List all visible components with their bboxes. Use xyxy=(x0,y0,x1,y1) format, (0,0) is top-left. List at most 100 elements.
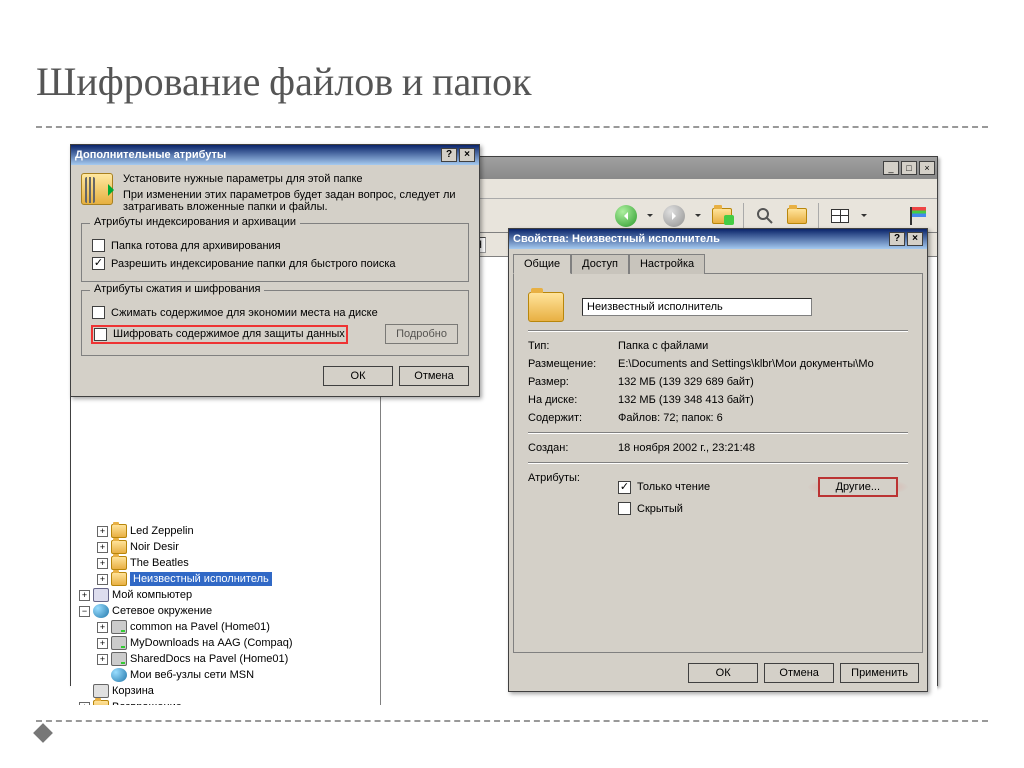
label-location: Размещение: xyxy=(528,358,618,370)
tree-item-label: Возвращение xyxy=(112,701,182,705)
label-type: Тип: xyxy=(528,340,618,352)
tree-item[interactable]: + Возвращение xyxy=(71,699,380,705)
label-readonly: Только чтение xyxy=(637,481,710,493)
nav-back-button[interactable] xyxy=(613,203,639,229)
tree-expander[interactable]: + xyxy=(97,574,108,585)
checkbox-encrypt[interactable] xyxy=(94,328,107,341)
bullet-icon xyxy=(33,723,53,743)
tree-item[interactable]: +SharedDocs на Pavel (Home01) xyxy=(71,651,380,667)
help-button[interactable]: ? xyxy=(889,232,905,246)
tree-item[interactable]: +Мой компьютер xyxy=(71,587,380,603)
tree-expander[interactable]: + xyxy=(79,590,90,601)
cancel-button[interactable]: Отмена xyxy=(399,366,469,386)
minimize-button[interactable]: _ xyxy=(883,161,899,175)
tab-general[interactable]: Общие xyxy=(513,254,571,274)
group-index-label: Атрибуты индексирования и архивации xyxy=(90,216,300,228)
chevron-down-icon[interactable] xyxy=(861,207,869,225)
label-index: Разрешить индексирование папки для быстр… xyxy=(111,258,396,270)
properties-title: Свойства: Неизвестный исполнитель xyxy=(513,233,720,245)
tree-expander[interactable]: + xyxy=(97,638,108,649)
tree-item[interactable]: Корзина xyxy=(71,683,380,699)
drive-icon xyxy=(111,620,127,634)
views-button[interactable] xyxy=(827,203,853,229)
tree-item[interactable]: Мои веб-узлы сети MSN xyxy=(71,667,380,683)
help-button[interactable]: ? xyxy=(441,148,457,162)
drive-icon xyxy=(111,636,127,650)
windows-flag-icon xyxy=(905,203,931,229)
label-archive: Папка готова для архивирования xyxy=(111,240,281,252)
chevron-down-icon[interactable] xyxy=(647,207,655,225)
tree-expander[interactable]: + xyxy=(97,622,108,633)
tree-expander[interactable]: − xyxy=(79,606,90,617)
checkbox-index[interactable] xyxy=(92,257,105,270)
nav-up-button[interactable] xyxy=(709,203,735,229)
value-created: 18 ноября 2002 г., 23:21:48 xyxy=(618,442,908,454)
folder-icon xyxy=(111,540,127,554)
tab-customize[interactable]: Настройка xyxy=(629,254,705,274)
maximize-button[interactable]: □ xyxy=(901,161,917,175)
tab-access[interactable]: Доступ xyxy=(571,254,629,274)
label-contains: Содержит: xyxy=(528,412,618,424)
group-crypt-label: Атрибуты сжатия и шифрования xyxy=(90,283,264,295)
value-type: Папка с файлами xyxy=(618,340,908,352)
tree-item-label: Сетевое окружение xyxy=(112,605,212,617)
others-button[interactable]: Другие... xyxy=(818,477,898,497)
tree-item[interactable]: +common на Pavel (Home01) xyxy=(71,619,380,635)
chevron-down-icon[interactable] xyxy=(695,207,703,225)
value-size: 132 МБ (139 329 689 байт) xyxy=(618,376,908,388)
properties-dialog: Свойства: Неизвестный исполнитель ? × Об… xyxy=(508,228,928,692)
advattr-titlebar: Дополнительные атрибуты ? × xyxy=(71,145,479,165)
details-button[interactable]: Подробно xyxy=(385,324,458,344)
cancel-button[interactable]: Отмена xyxy=(764,663,834,683)
tree-item[interactable]: − Сетевое окружение xyxy=(71,603,380,619)
slide-title: Шифрование файлов и папок xyxy=(36,58,532,105)
bin-icon xyxy=(93,684,109,698)
checkbox-hidden[interactable] xyxy=(618,502,631,515)
tree-item[interactable]: +Неизвестный исполнитель xyxy=(71,571,380,587)
checkbox-archive[interactable] xyxy=(92,239,105,252)
tree-expander[interactable]: + xyxy=(79,702,90,706)
attributes-info-icon xyxy=(81,173,113,205)
close-button[interactable]: × xyxy=(919,161,935,175)
tree-expander[interactable]: + xyxy=(97,654,108,665)
apply-button[interactable]: Применить xyxy=(840,663,919,683)
tree-item-label: Noir Desir xyxy=(130,541,179,553)
group-index-archive: Атрибуты индексирования и архивации Папк… xyxy=(81,223,469,282)
tree-item-label: MyDownloads на AAG (Compaq) xyxy=(130,637,293,649)
folders-button[interactable] xyxy=(784,203,810,229)
nav-forward-button[interactable] xyxy=(661,203,687,229)
search-button[interactable] xyxy=(752,203,778,229)
close-button[interactable]: × xyxy=(459,148,475,162)
net-icon xyxy=(93,604,109,618)
value-ondisk: 132 МБ (139 348 413 байт) xyxy=(618,394,908,406)
divider-top xyxy=(36,126,988,128)
tree-item-label: Корзина xyxy=(112,685,154,697)
tree-item[interactable]: + MyDownloads на AAG (Compaq) xyxy=(71,635,380,651)
advattr-title: Дополнительные атрибуты xyxy=(75,149,226,161)
folder-icon xyxy=(111,572,127,586)
ok-button[interactable]: ОК xyxy=(323,366,393,386)
advanced-attributes-dialog: Дополнительные атрибуты ? × Установите н… xyxy=(70,144,480,397)
tree-item-label: Мои веб-узлы сети MSN xyxy=(130,669,254,681)
advattr-intro-1: Установите нужные параметры для этой пап… xyxy=(123,173,469,185)
tree-item[interactable]: + Noir Desir xyxy=(71,539,380,555)
ok-button[interactable]: ОК xyxy=(688,663,758,683)
advattr-intro-2: При изменении этих параметров будет зада… xyxy=(123,189,469,213)
checkbox-readonly[interactable] xyxy=(618,481,631,494)
net-icon xyxy=(111,668,127,682)
tree-expander[interactable]: + xyxy=(97,542,108,553)
properties-titlebar: Свойства: Неизвестный исполнитель ? × xyxy=(509,229,927,249)
label-ondisk: На диске: xyxy=(528,394,618,406)
label-created: Создан: xyxy=(528,442,618,454)
folder-name-input[interactable] xyxy=(582,298,812,316)
tree-item[interactable]: +The Beatles xyxy=(71,555,380,571)
close-button[interactable]: × xyxy=(907,232,923,246)
tree-item-label: Led Zeppelin xyxy=(130,525,194,537)
tree-expander[interactable]: + xyxy=(97,558,108,569)
label-hidden: Скрытый xyxy=(637,503,683,515)
tree-item[interactable]: + Led Zeppelin xyxy=(71,523,380,539)
checkbox-compress[interactable] xyxy=(92,306,105,319)
drive-icon xyxy=(111,652,127,666)
tree-expander[interactable]: + xyxy=(97,526,108,537)
others-button-halo: Другие... xyxy=(808,477,908,497)
